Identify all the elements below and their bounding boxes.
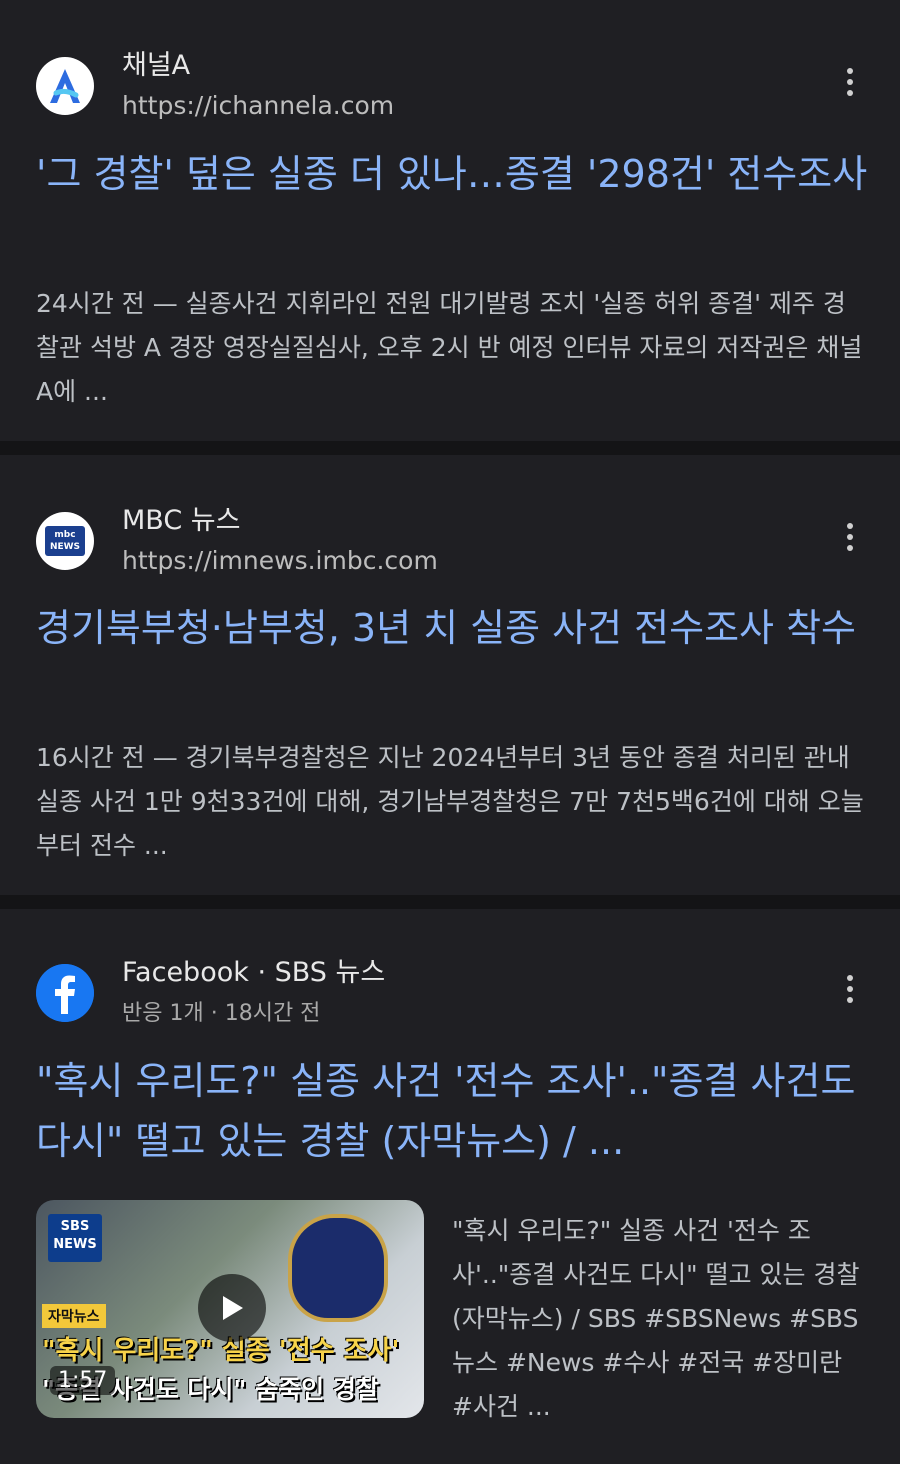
- source-url: https://imnews.imbc.com: [122, 546, 438, 575]
- more-options-icon[interactable]: [832, 62, 868, 102]
- result-divider: [0, 895, 900, 909]
- result-snippet: 24시간 전 — 실종사건 지휘라인 전원 대기발령 조치 '실종 허위 종결'…: [36, 289, 863, 406]
- result-source[interactable]: Facebook · SBS 뉴스 반응 1개 · 18시간 전: [36, 955, 864, 1031]
- result-source[interactable]: mbc NEWS MBC 뉴스 https://imnews.imbc.com: [36, 503, 864, 579]
- search-result-channela: 채널A https://ichannela.com '그 경찰' 덮은 실종 더…: [0, 0, 900, 441]
- source-name: MBC 뉴스: [122, 505, 241, 536]
- source-url: https://ichannela.com: [122, 91, 395, 120]
- channela-logo-icon: [36, 57, 94, 115]
- video-duration: 1:57: [50, 1366, 116, 1395]
- search-result-mbc: mbc NEWS MBC 뉴스 https://imnews.imbc.com …: [0, 455, 900, 895]
- police-emblem-icon: [288, 1214, 388, 1322]
- source-name: 채널A: [122, 50, 191, 81]
- reaction-count: 반응 1개: [122, 1001, 204, 1026]
- more-options-icon[interactable]: [832, 517, 868, 557]
- play-icon[interactable]: [198, 1274, 266, 1342]
- source-name: Facebook · SBS 뉴스: [122, 957, 386, 988]
- post-time: 18시간 전: [224, 1001, 321, 1026]
- source-meta: 반응 1개 · 18시간 전: [122, 997, 385, 1031]
- mbc-logo-text: mbc NEWS: [45, 526, 85, 556]
- mbc-news-logo-icon: mbc NEWS: [36, 512, 94, 570]
- meta-dot: ·: [210, 1001, 225, 1026]
- search-result-sbs-facebook: Facebook · SBS 뉴스 반응 1개 · 18시간 전 "혹시 우리도…: [0, 909, 900, 1464]
- more-options-icon[interactable]: [832, 969, 868, 1009]
- result-title-link[interactable]: '그 경찰' 덮은 실종 더 있나…종결 '298건' 전수조사: [36, 144, 870, 204]
- facebook-logo-icon: [36, 964, 94, 1022]
- result-title-link[interactable]: "혹시 우리도?" 실종 사건 '전수 조사'.."종결 사건도 다시" 떨고 …: [36, 1051, 870, 1171]
- sbs-news-logo: SBS NEWS: [48, 1214, 102, 1262]
- result-divider: [0, 441, 900, 455]
- result-source[interactable]: 채널A https://ichannela.com: [36, 48, 864, 124]
- video-thumbnail[interactable]: SBS NEWS 자막뉴스 "혹시 우리도?" 실종 '전수 조사' "종결 사…: [36, 1200, 424, 1418]
- result-title-link[interactable]: 경기북부청·남부청, 3년 치 실종 사건 전수조사 착수: [36, 598, 870, 658]
- result-snippet: 16시간 전 — 경기북부경찰청은 지난 2024년부터 3년 동안 종결 처리…: [36, 743, 864, 860]
- video-tag: 자막뉴스: [42, 1304, 106, 1328]
- result-snippet: "혹시 우리도?" 실종 사건 '전수 조사'.."종결 사건도 다시" 떨고 …: [452, 1216, 860, 1421]
